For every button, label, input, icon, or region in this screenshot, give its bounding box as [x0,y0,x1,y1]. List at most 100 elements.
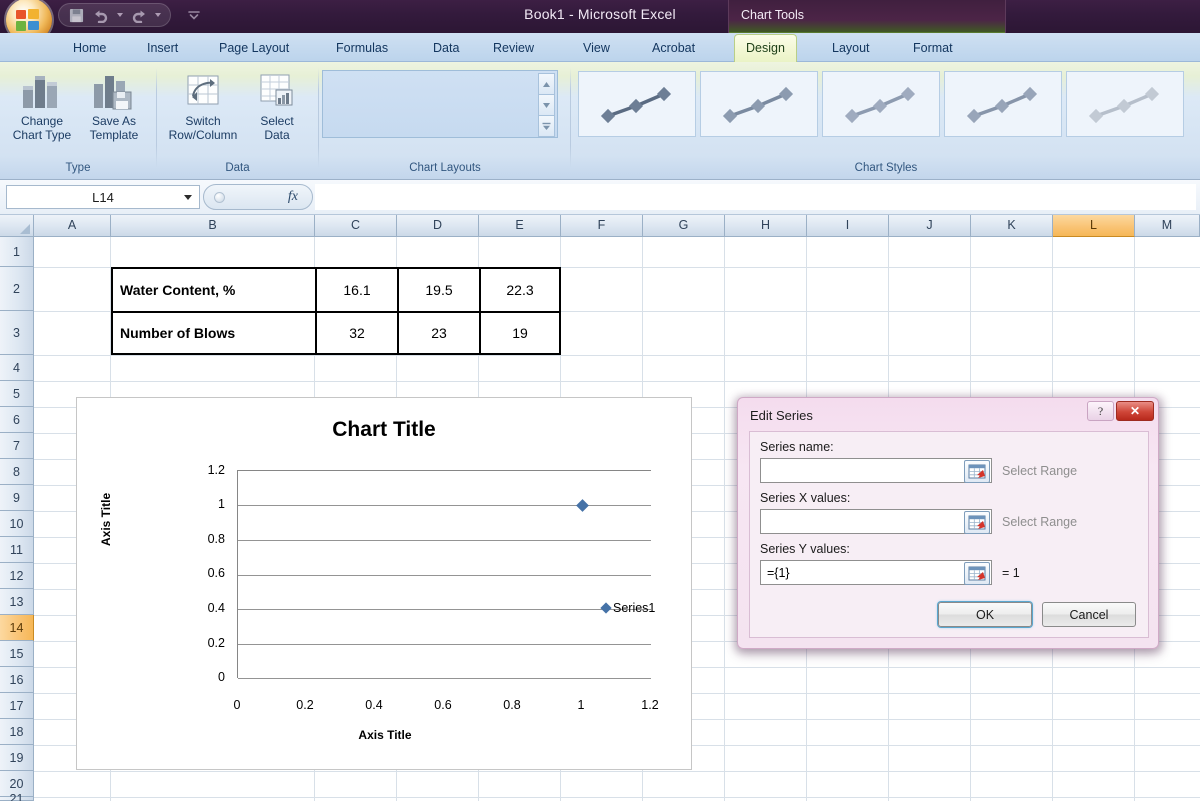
cell-b2[interactable]: Water Content, % [115,269,313,311]
chart-style-option[interactable] [578,71,696,137]
tab-formulas[interactable]: Formulas [325,35,399,62]
edit-series-dialog[interactable]: Edit Series ? ✕ Series name: Select Rang… [737,397,1159,649]
chart-style-option[interactable] [1066,71,1184,137]
cell-d2[interactable]: 19.5 [399,269,479,311]
y-axis-title[interactable]: Axis Title [99,493,113,546]
column-header-a[interactable]: A [34,215,111,237]
row-header-9[interactable]: 9 [0,485,34,511]
row-header-3[interactable]: 3 [0,311,34,355]
tab-data[interactable]: Data [422,35,470,62]
chart-styles-gallery[interactable] [578,71,1184,137]
name-box[interactable]: L14 [6,185,200,209]
select-range-icon[interactable] [964,511,990,534]
row-header-10[interactable]: 10 [0,511,34,537]
series-name-input[interactable] [760,458,992,483]
row-header-13[interactable]: 13 [0,589,34,615]
cell-e2[interactable]: 22.3 [481,269,559,311]
select-range-icon[interactable] [964,460,990,483]
help-icon[interactable]: ? [1087,401,1114,421]
chevron-down-icon[interactable] [184,195,192,200]
insert-function-button[interactable]: fx [203,184,313,210]
series-x-values-hint: Select Range [1002,515,1078,529]
save-as-template-button[interactable]: Save As Template [78,68,150,156]
chart-title[interactable]: Chart Title [77,418,691,442]
redo-icon[interactable] [129,6,148,25]
chart-style-option[interactable] [822,71,940,137]
row-header-17[interactable]: 17 [0,693,34,719]
row-header-2[interactable]: 2 [0,267,34,311]
ok-button[interactable]: OK [938,602,1032,627]
scroll-up-icon[interactable] [538,73,555,95]
row-header-14[interactable]: 14 [0,615,34,641]
column-header-i[interactable]: I [807,215,889,237]
row-header-5[interactable]: 5 [0,381,34,407]
column-header-d[interactable]: D [397,215,479,237]
chart-legend[interactable]: Series1 [600,601,655,615]
column-header-j[interactable]: J [889,215,971,237]
chart-style-option[interactable] [944,71,1062,137]
tab-view[interactable]: View [572,35,621,62]
column-header-k[interactable]: K [971,215,1053,237]
tab-page-layout[interactable]: Page Layout [208,35,300,62]
gridline [238,644,651,645]
change-chart-type-button[interactable]: Change Chart Type [6,68,78,156]
redo-dropdown-icon[interactable] [153,7,162,23]
row-header-4[interactable]: 4 [0,355,34,381]
cancel-button[interactable]: Cancel [1042,602,1136,627]
switch-row-column-button[interactable]: Switch Row/Column [167,68,239,156]
row-header-18[interactable]: 18 [0,719,34,745]
tab-insert[interactable]: Insert [136,35,189,62]
tab-acrobat[interactable]: Acrobat [641,35,706,62]
data-point-series1[interactable] [576,499,589,512]
row-header-6[interactable]: 6 [0,407,34,433]
scroll-down-icon[interactable] [538,95,555,116]
column-header-c[interactable]: C [315,215,397,237]
row-header-1[interactable]: 1 [0,237,34,267]
tab-design[interactable]: Design [734,34,797,62]
column-header-e[interactable]: E [479,215,561,237]
series-x-values-input[interactable] [760,509,992,534]
close-icon[interactable]: ✕ [1116,401,1154,421]
cell-d3[interactable]: 23 [399,313,479,353]
tab-review[interactable]: Review [482,35,545,62]
column-header-g[interactable]: G [643,215,725,237]
cell-c2[interactable]: 16.1 [317,269,397,311]
row-header-7[interactable]: 7 [0,433,34,459]
customize-quick-access-icon[interactable] [186,7,202,23]
row-header-16[interactable]: 16 [0,667,34,693]
tab-home[interactable]: Home [62,35,117,62]
cell-c3[interactable]: 32 [317,313,397,353]
column-header-l[interactable]: L [1053,215,1135,237]
column-header-b[interactable]: B [111,215,315,237]
tab-layout[interactable]: Layout [821,35,881,62]
undo-dropdown-icon[interactable] [115,7,124,23]
undo-icon[interactable] [91,6,110,25]
select-data-button[interactable]: Select Data [241,68,313,156]
save-icon[interactable] [67,6,86,25]
series-y-values-input[interactable]: ={1} [760,560,992,585]
row-header-12[interactable]: 12 [0,563,34,589]
row-header-15[interactable]: 15 [0,641,34,667]
formula-input[interactable] [315,184,1196,210]
more-gallery-icon[interactable] [538,116,555,137]
cell-b3[interactable]: Number of Blows [115,313,313,353]
row-header-11[interactable]: 11 [0,537,34,563]
select-all-corner[interactable] [0,215,34,237]
chart-style-option[interactable] [700,71,818,137]
chart-layouts-gallery[interactable] [322,70,558,138]
chart-layouts-scrollbar[interactable] [538,73,555,137]
office-orb-icon[interactable] [6,0,52,33]
column-header-m[interactable]: M [1135,215,1200,237]
column-header-h[interactable]: H [725,215,807,237]
row-header-8[interactable]: 8 [0,459,34,485]
select-range-icon[interactable] [964,562,990,585]
x-axis-title[interactable]: Axis Title [77,728,693,742]
row-header-19[interactable]: 19 [0,745,34,771]
tab-format[interactable]: Format [902,35,964,62]
plot-area[interactable] [237,470,651,679]
cell-e3[interactable]: 19 [481,313,559,353]
chart-object[interactable]: Chart Title Axis Title Axis Title 1.2 1 … [76,397,692,770]
row-header-21[interactable]: 21 [0,792,34,801]
change-chart-type-label-2: Chart Type [12,128,72,142]
column-header-f[interactable]: F [561,215,643,237]
